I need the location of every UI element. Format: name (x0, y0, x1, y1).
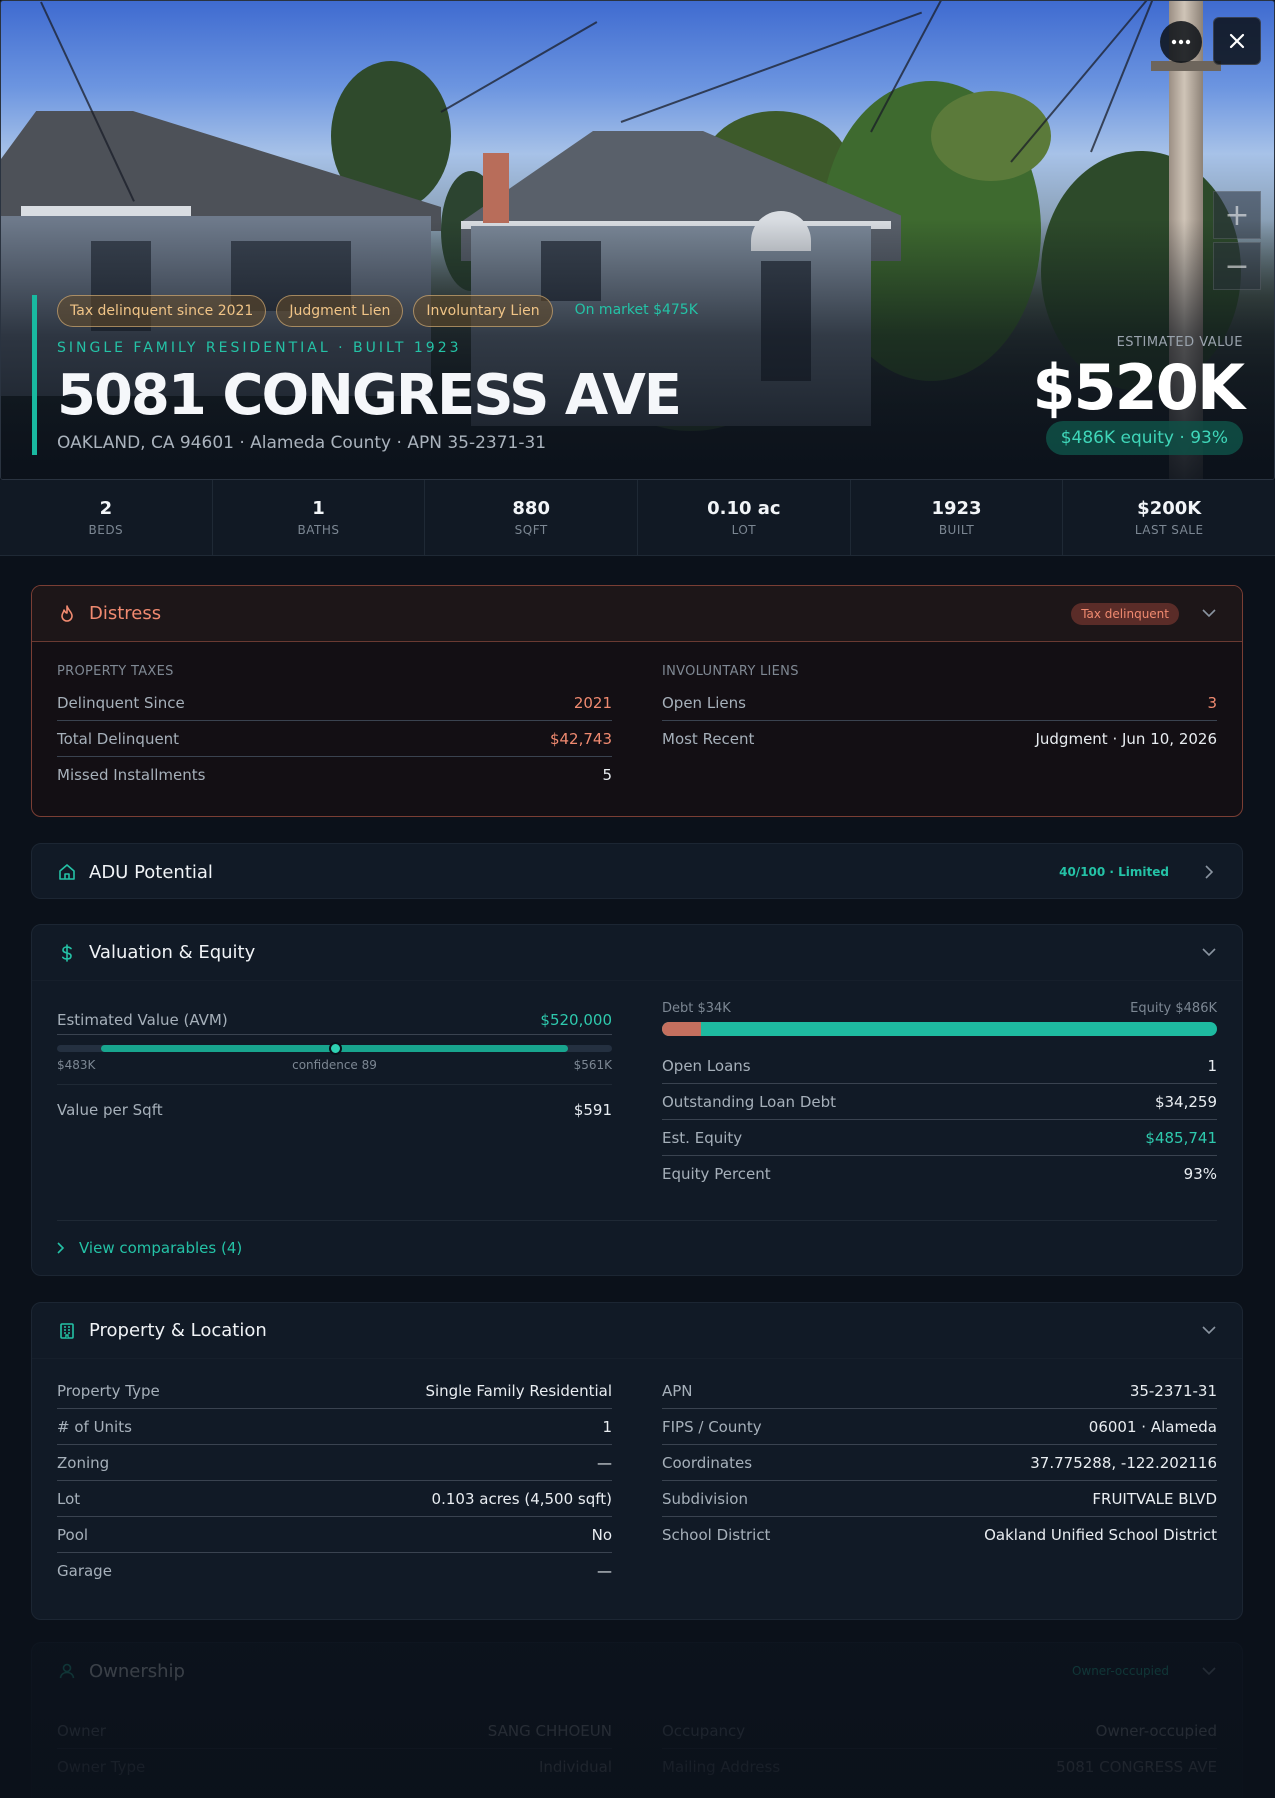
detail-row: APN 35-2371-31 (662, 1373, 1217, 1409)
detail-row: Owner Type Individual (57, 1758, 612, 1776)
stat-baths: 1 BATHS (213, 480, 426, 555)
user-icon (57, 1661, 77, 1681)
debt-equity-bar (662, 1022, 1217, 1036)
detail-row: Zoning — (57, 1445, 612, 1481)
property-address-title: 5081 CONGRESS AVE (57, 363, 682, 428)
property-hero: + − Tax delinquent since 2021 Judgment L… (0, 0, 1275, 480)
property-header[interactable]: Property & Location (32, 1303, 1242, 1359)
stat-lot: 0.10 ac LOT (638, 480, 851, 555)
stat-beds: 2 BEDS (0, 480, 213, 555)
view-comparables-link[interactable]: View comparables (4) (57, 1220, 1217, 1257)
adu-score-badge: 40/100 · Limited (1059, 865, 1169, 879)
detail-row: Total Delinquent $42,743 (57, 721, 612, 757)
stat-built: 1923 BUILT (851, 480, 1064, 555)
detail-row: School District Oakland Unified School Di… (662, 1526, 1217, 1544)
ownership-left: Owner SANG CHHOEUN Owner Type Individual (57, 1713, 612, 1785)
detail-row: Est. Equity $485,741 (662, 1120, 1217, 1156)
detail-row: # of Units 1 (57, 1409, 612, 1445)
chevron-down-icon[interactable] (1201, 945, 1217, 961)
comparables-label: View comparables (4) (79, 1239, 243, 1257)
building-icon (57, 1321, 77, 1341)
zoom-out-button[interactable]: − (1213, 242, 1261, 290)
detail-row: Occupancy Owner-occupied (662, 1713, 1217, 1749)
zoom-in-button[interactable]: + (1213, 191, 1261, 239)
chip-judgment-lien: Judgment Lien (276, 295, 404, 327)
close-button[interactable] (1213, 17, 1261, 65)
ownership-badge: Owner-occupied (1071, 1664, 1169, 1678)
hero-accent-bar (32, 295, 37, 455)
property-taxes-section: PROPERTY TAXES Delinquent Since 2021 Tota… (57, 642, 612, 793)
chevron-down-icon[interactable] (1201, 1663, 1217, 1679)
flame-icon (57, 604, 77, 624)
range-marker (328, 1042, 342, 1055)
detail-row: Coordinates 37.775288, -122.202116 (662, 1445, 1217, 1481)
market-status: On market $475K (574, 302, 698, 318)
involuntary-liens-section: INVOLUNTARY LIENS Open Liens 3 Most Recen… (662, 642, 1217, 793)
adu-potential-card[interactable]: ADU Potential 40/100 · Limited (31, 843, 1243, 899)
ownership-title: Ownership (89, 1660, 185, 1682)
distress-header[interactable]: Distress Tax delinquent (32, 586, 1242, 642)
detail-row: Open Loans 1 (662, 1048, 1217, 1084)
avm-section: Estimated Value (AVM) $520,000 $483K con… (57, 981, 612, 1192)
debt-portion (662, 1022, 701, 1036)
ownership-right: Occupancy Owner-occupied Mailing Address 5… (662, 1713, 1217, 1785)
chip-involuntary-lien: Involuntary Lien (413, 295, 553, 327)
detail-row: Garage — (57, 1562, 612, 1580)
property-title: Property & Location (89, 1320, 267, 1341)
distress-card: Distress Tax delinquent PROPERTY TAXES D… (31, 585, 1243, 817)
chevron-right-icon (57, 1242, 65, 1254)
avm-row: Estimated Value (AVM) $520,000 (57, 1005, 612, 1035)
value-per-sqft-row: Value per Sqft $591 (57, 1101, 612, 1119)
equity-pill: $486K equity · 93% (1045, 421, 1243, 455)
detail-row: Property Type Single Family Residential (57, 1373, 612, 1409)
chevron-down-icon[interactable] (1201, 606, 1217, 622)
detail-row: Owner SANG CHHOEUN (57, 1713, 612, 1749)
estimated-value: $520K (1032, 351, 1245, 424)
estimated-value-label: ESTIMATED VALUE (1116, 335, 1243, 350)
detail-row: FIPS / County 06001 · Alameda (662, 1409, 1217, 1445)
detail-row: Equity Percent 93% (662, 1165, 1217, 1183)
detail-row: Mailing Address 5081 CONGRESS AVE (662, 1758, 1217, 1776)
detail-row: Outstanding Loan Debt $34,259 (662, 1084, 1217, 1120)
valuation-equity-card: Valuation & Equity Estimated Value (AVM)… (31, 924, 1243, 1276)
stat-last-sale: $200K LAST SALE (1134, 498, 1204, 537)
dollar-icon (57, 943, 77, 963)
stat-sqft: 880 SQFT (425, 480, 639, 555)
avm-confidence-range (57, 1042, 612, 1055)
detail-row: Lot 0.103 acres (4,500 sqft) (57, 1481, 612, 1517)
property-type-subtitle: SINGLE FAMILY RESIDENTIAL · BUILT 1923 (57, 340, 462, 356)
property-details-right: APN 35-2371-31 FIPS / County 06001 · Alame… (662, 1373, 1217, 1589)
detail-row: Missed Installments 5 (57, 766, 612, 784)
stats-bar: 2 BEDS 1 BATHS 880 SQFT 0.10 ac LOT 1923 BUIL… (0, 480, 1275, 556)
debt-equity-labels: Debt $34K Equity $486K (662, 1001, 1217, 1016)
property-details-left: Property Type Single Family Residential #… (57, 1373, 612, 1589)
chevron-down-icon[interactable] (1201, 1323, 1217, 1339)
detail-row: Open Liens 3 (662, 685, 1217, 721)
home-icon (57, 862, 77, 882)
ownership-header[interactable]: Ownership Owner-occupied (32, 1643, 1242, 1699)
detail-row: Pool No (57, 1517, 612, 1553)
close-icon (1229, 33, 1245, 49)
valuation-title: Valuation & Equity (89, 942, 256, 963)
section-label: INVOLUNTARY LIENS (662, 664, 799, 679)
chip-tax-delinquent: Tax delinquent since 2021 (57, 295, 267, 327)
more-options-button[interactable] (1160, 21, 1202, 63)
detail-row: Most Recent Judgment · Jun 10, 2026 (662, 730, 1217, 748)
range-labels: $483K confidence 89 $561K (57, 1058, 612, 1072)
distress-title: Distress (89, 603, 162, 624)
equity-section: Debt $34K Equity $486K Open Loans 1 Outst… (662, 981, 1217, 1192)
detail-row: Subdivision FRUITVALE BLVD (662, 1481, 1217, 1517)
status-chips: Tax delinquent since 2021 Judgment Lien … (57, 295, 710, 327)
distress-badge: Tax delinquent (1071, 602, 1179, 625)
property-location: OAKLAND, CA 94601 · Alameda County · APN… (57, 433, 547, 453)
chevron-right-icon[interactable] (1201, 864, 1217, 880)
adu-title: ADU Potential (89, 861, 213, 883)
property-location-card: Property & Location Property Type Single … (31, 1302, 1243, 1620)
section-label: PROPERTY TAXES (57, 664, 174, 679)
detail-row: Delinquent Since 2021 (57, 685, 612, 721)
valuation-header[interactable]: Valuation & Equity (32, 925, 1242, 981)
ownership-card: Ownership Owner-occupied Owner SANG CHHOE… (31, 1642, 1243, 1798)
